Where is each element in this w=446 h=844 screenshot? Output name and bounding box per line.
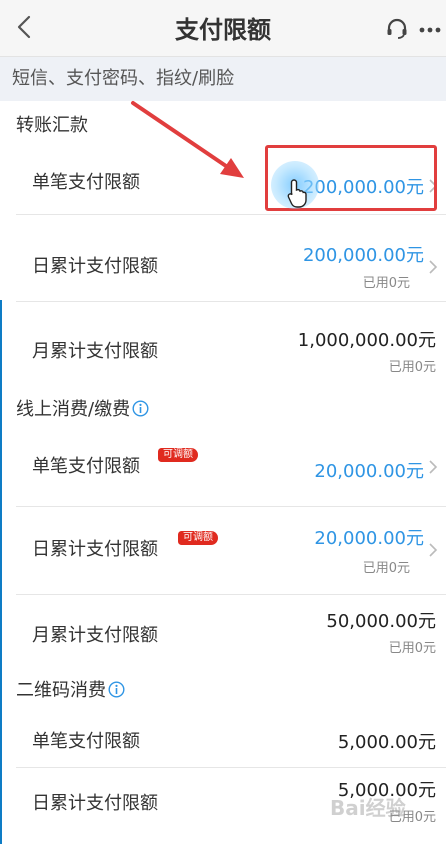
row-value: 200,000.00元	[302, 245, 424, 266]
row-label: 单笔支付限额	[32, 456, 140, 477]
row-value: 50,000.00元	[326, 611, 436, 632]
row-label: 月累计支付限额	[32, 341, 158, 362]
used-amount: 已用0元	[362, 561, 410, 576]
info-icon[interactable]	[132, 400, 149, 417]
page-title: 支付限额	[175, 16, 271, 44]
section-title-transfer: 转账汇款	[16, 115, 88, 136]
used-amount: 已用0元	[388, 360, 436, 375]
limit-row-online-monthly: 月累计支付限额 50,000.00元 已用0元	[0, 595, 446, 670]
section-title-qrcode: 二维码消费	[16, 679, 125, 703]
chevron-right-icon	[429, 260, 438, 274]
section-title-online-text: 线上消费/缴费	[16, 399, 131, 420]
customer-service-headset-icon[interactable]	[386, 18, 408, 40]
watermark: Bai经验	[330, 796, 406, 820]
row-value: 5,000.00元	[337, 732, 436, 753]
section-title-online: 线上消费/缴费	[16, 398, 149, 422]
chevron-right-icon	[429, 460, 438, 474]
row-value: 20,000.00元	[314, 461, 424, 482]
limit-row-transfer-daily[interactable]: 日累计支付限额 200,000.00元 已用0元	[0, 215, 446, 302]
row-label: 日累计支付限额	[32, 793, 158, 814]
left-edge-accent	[0, 300, 2, 844]
more-options-icon[interactable]	[418, 18, 442, 42]
chevron-right-icon	[429, 543, 438, 557]
limit-row-transfer-monthly: 月累计支付限额 1,000,000.00元 已用0元	[0, 302, 446, 388]
row-value: 20,000.00元	[314, 528, 424, 549]
hand-pointer-icon	[287, 179, 307, 208]
section-title-qrcode-text: 二维码消费	[16, 680, 106, 701]
verification-methods-bar[interactable]: 短信、支付密码、指纹/刷脸	[0, 57, 446, 101]
row-label: 日累计支付限额	[32, 539, 158, 560]
limit-row-online-single[interactable]: 单笔支付限额 可调额 20,000.00元	[0, 428, 446, 507]
used-amount: 已用0元	[388, 641, 436, 656]
used-amount: 已用0元	[362, 276, 410, 291]
adjustable-badge: 可调额	[158, 448, 198, 462]
limit-row-qrcode-single: 单笔支付限额 5,000.00元	[0, 710, 446, 768]
row-label: 单笔支付限额	[32, 731, 140, 752]
limit-row-online-daily[interactable]: 日累计支付限额 可调额 20,000.00元 已用0元	[0, 507, 446, 595]
row-value: 1,000,000.00元	[297, 330, 436, 351]
row-label: 单笔支付限额	[32, 172, 140, 193]
verification-methods-text: 短信、支付密码、指纹/刷脸	[12, 68, 235, 89]
adjustable-badge: 可调额	[178, 531, 218, 545]
info-icon[interactable]	[108, 681, 125, 698]
top-nav-bar: 支付限额	[0, 0, 446, 57]
row-label: 月累计支付限额	[32, 625, 158, 646]
row-label: 日累计支付限额	[32, 256, 158, 277]
